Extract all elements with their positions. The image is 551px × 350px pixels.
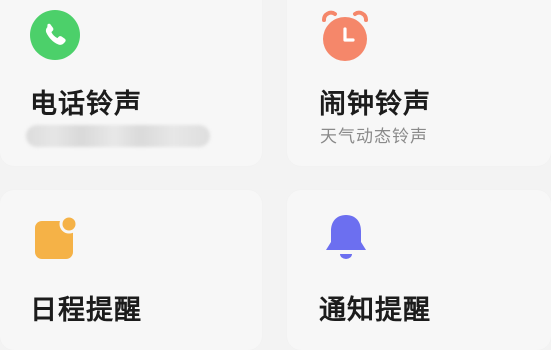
card-title: 闹钟铃声	[319, 89, 431, 120]
schedule-reminder-card[interactable]: 日程提醒	[0, 190, 262, 350]
notification-reminder-card[interactable]: 通知提醒	[287, 190, 551, 350]
bell-icon	[326, 215, 366, 259]
alarm-clock-icon	[322, 10, 368, 61]
card-title: 通知提醒	[319, 295, 431, 326]
phone-icon	[30, 10, 80, 60]
card-title: 日程提醒	[30, 295, 142, 326]
obscured-ringtone-name	[26, 125, 210, 147]
phone-ringtone-card[interactable]: 电话铃声	[0, 0, 262, 166]
alarm-ringtone-card[interactable]: 闹钟铃声 天气动态铃声	[287, 0, 551, 166]
card-subtitle: 天气动态铃声	[320, 127, 428, 147]
calendar-badge-icon	[35, 215, 79, 259]
card-title: 电话铃声	[30, 89, 142, 120]
